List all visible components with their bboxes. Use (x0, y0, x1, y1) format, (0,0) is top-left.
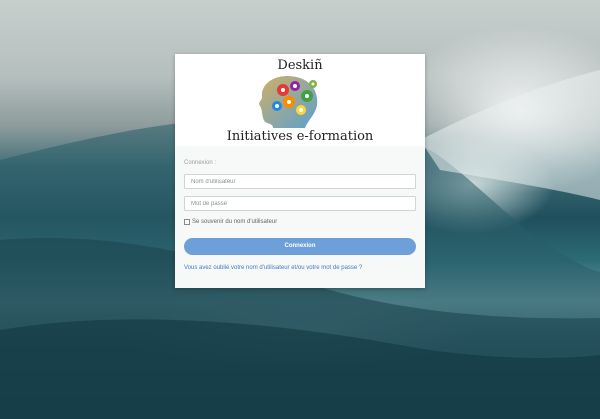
password-input[interactable] (184, 196, 416, 211)
remember-username[interactable]: Se souvenir du nom d'utilisateur (184, 219, 277, 225)
remember-label: Se souvenir du nom d'utilisateur (192, 219, 278, 225)
logo-area: Deskiñ Initiatives e-formation (175, 54, 425, 146)
brand-title: Deskiñ (277, 58, 323, 73)
form-legend: Connexion : (184, 160, 217, 166)
head-gears-icon (259, 76, 318, 128)
login-card: Deskiñ Initiatives e-formation Connexion… (175, 54, 425, 288)
forgot-credentials-link[interactable]: Vous avez oublié votre nom d'utilisateur… (184, 265, 362, 271)
username-input[interactable] (184, 174, 416, 189)
login-button[interactable]: Connexion (184, 238, 416, 255)
brand-subtitle: Initiatives e-formation (226, 129, 374, 144)
remember-checkbox[interactable] (184, 219, 190, 225)
login-form: Connexion : Se souvenir du nom d'utilisa… (175, 146, 425, 288)
